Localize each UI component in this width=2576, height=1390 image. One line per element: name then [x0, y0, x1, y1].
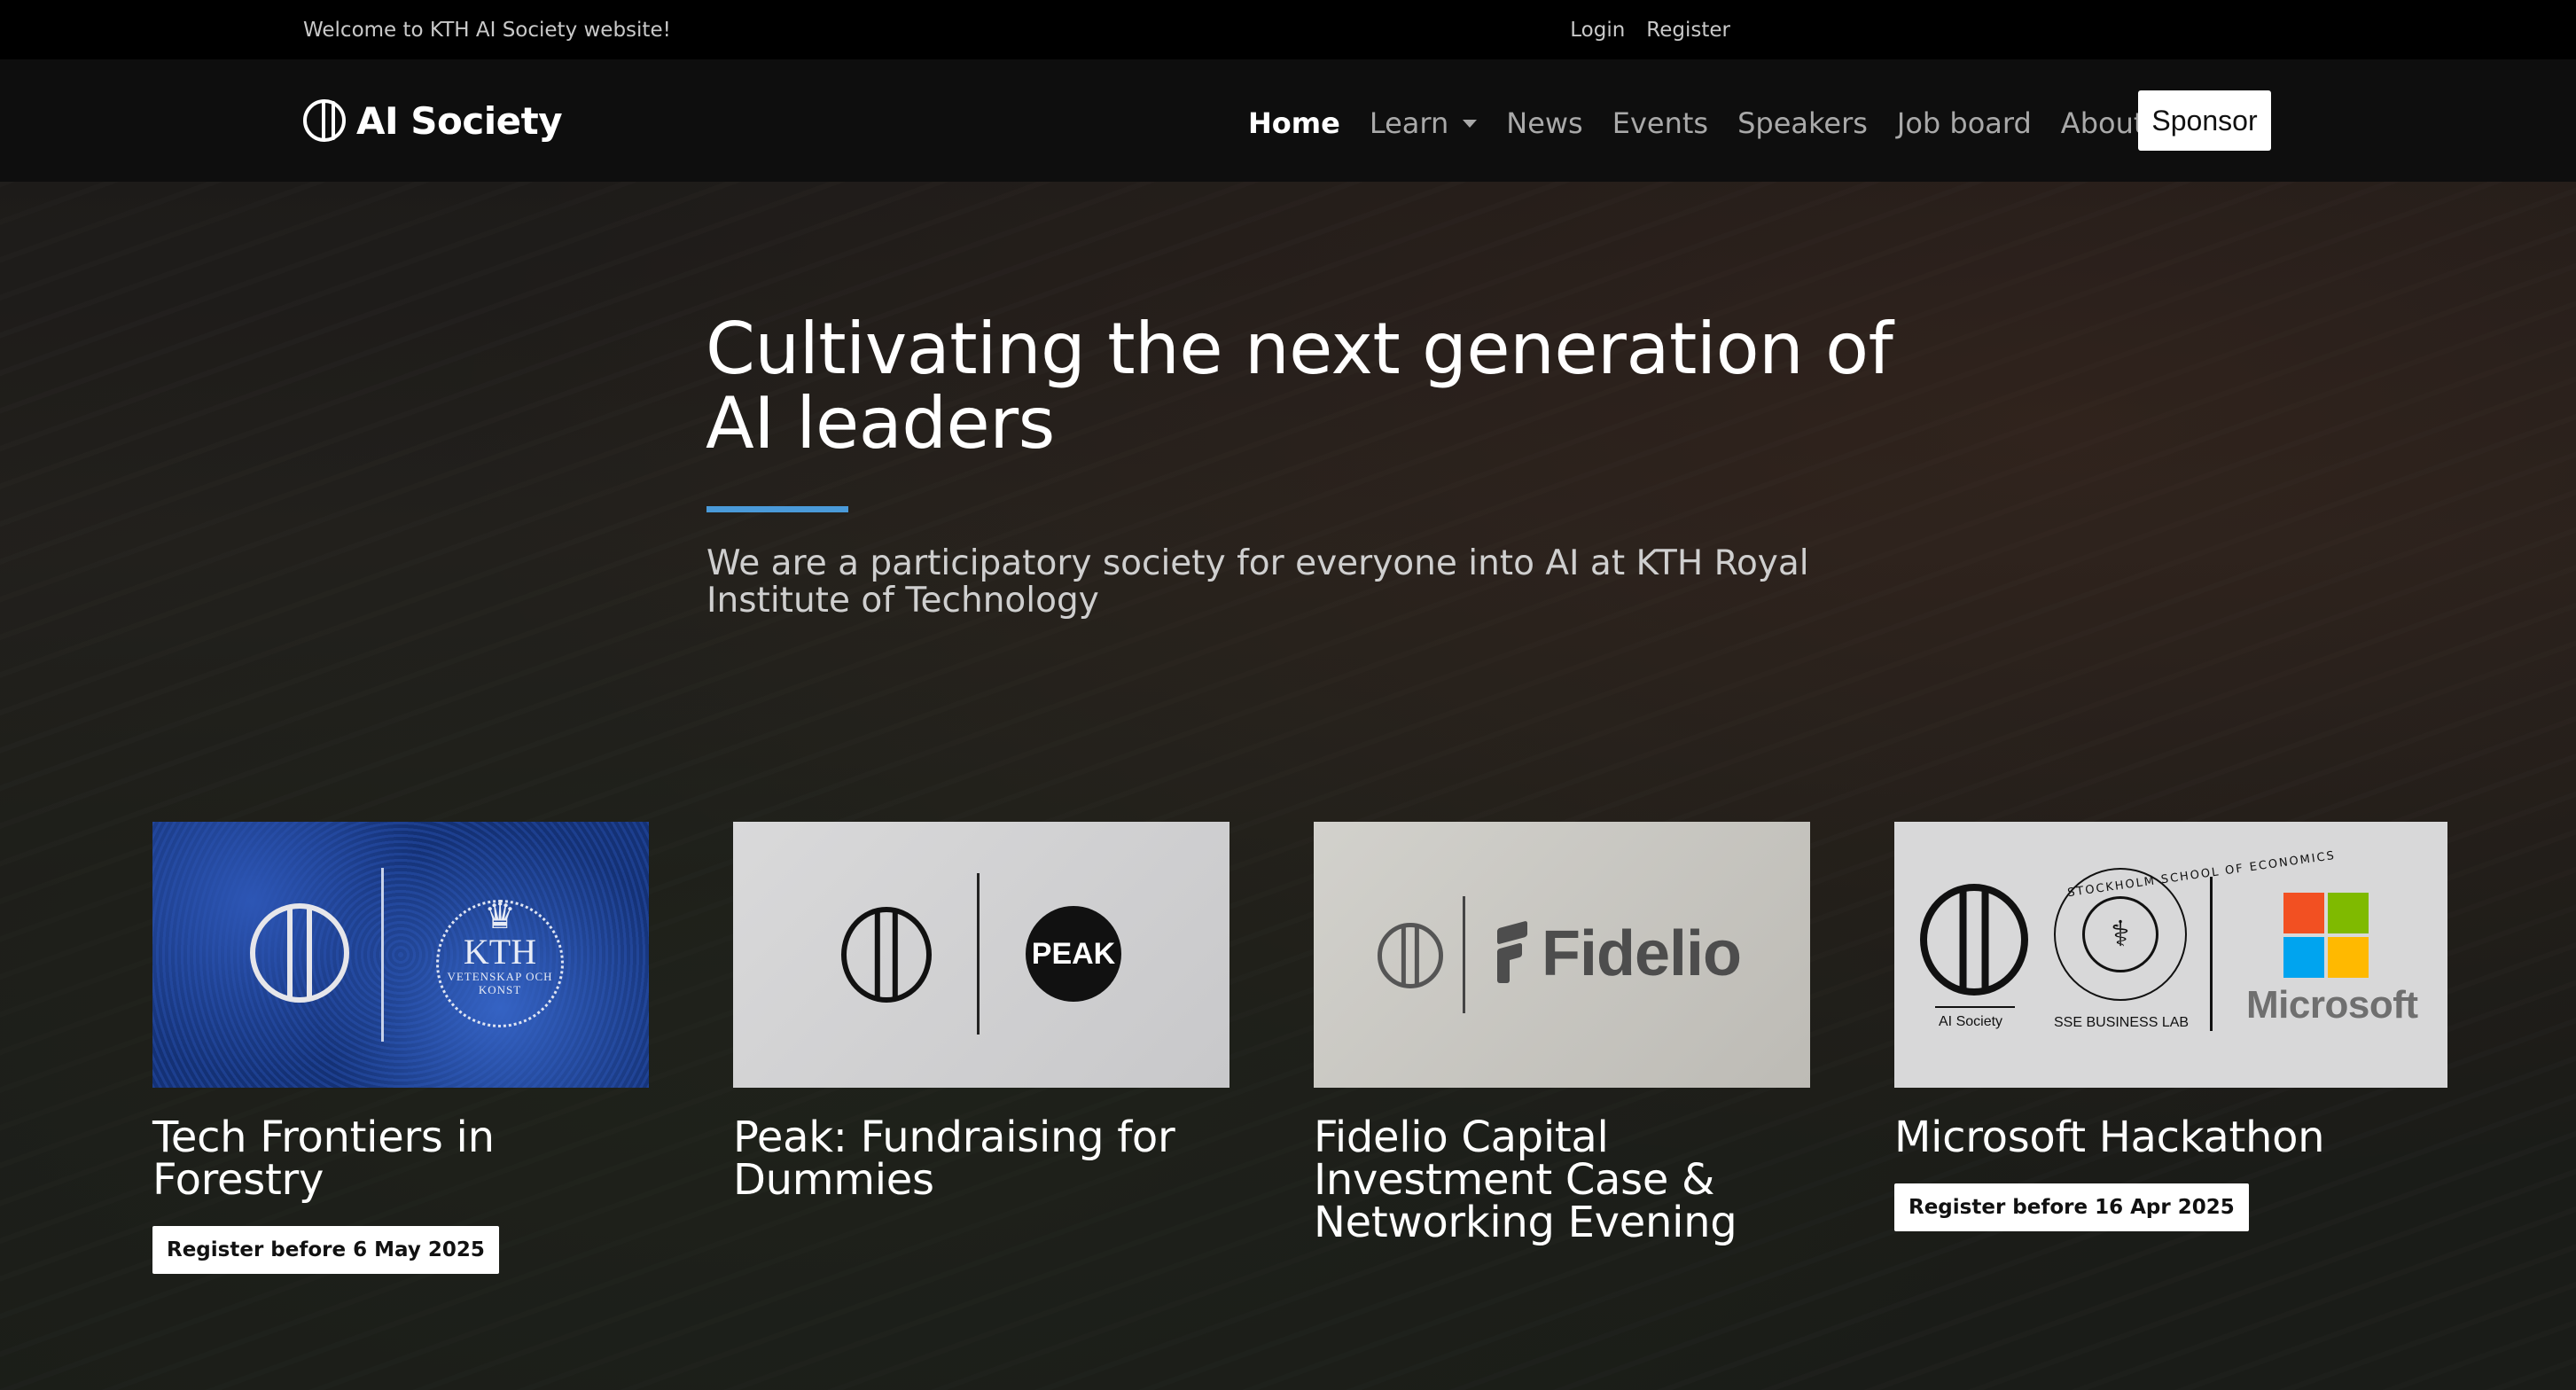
- event-card[interactable]: ♛ KTH VETENSKAP OCH KONST Tech Frontiers…: [152, 822, 649, 1274]
- nav-item-label: Job board: [1896, 106, 2032, 140]
- event-title[interactable]: Tech Frontiers in Forestry: [152, 1116, 649, 1201]
- logo-divider: [381, 868, 384, 1042]
- nav-item-events[interactable]: Events: [1612, 106, 1708, 140]
- peak-logo: PEAK: [1026, 906, 1121, 1002]
- caption-rule: [1935, 1006, 2015, 1008]
- nav-item-label: News: [1506, 106, 1583, 140]
- brand-name: AI Society: [356, 98, 563, 143]
- event-image-peak[interactable]: PEAK: [733, 822, 1229, 1088]
- nav-menu: Home Learn News Events Speakers Job boar…: [1248, 95, 2202, 152]
- event-image-kth[interactable]: ♛ KTH VETENSKAP OCH KONST: [152, 822, 649, 1088]
- hero-divider: [706, 506, 848, 512]
- main-navbar: AI Society Home Learn News Events Speake…: [0, 59, 2576, 182]
- brand-logo-link[interactable]: AI Society: [303, 98, 563, 143]
- microsoft-wordmark: Microsoft: [2246, 983, 2418, 1027]
- event-image-microsoft[interactable]: AI Society ⚕ STOCKHOLM SCHOOL OF ECONOMI…: [1894, 822, 2447, 1088]
- ai-society-logo-icon: [1378, 923, 1443, 988]
- nav-item-label: Learn: [1369, 106, 1449, 140]
- nav-item-home[interactable]: Home: [1248, 106, 1340, 140]
- fidelio-wordmark: Fidelio: [1542, 918, 1742, 989]
- nav-item-speakers[interactable]: Speakers: [1737, 106, 1868, 140]
- auth-links: Login Register: [1570, 19, 1730, 42]
- hero-subtitle: We are a participatory society for every…: [706, 543, 1809, 621]
- nav-item-label: About: [2060, 106, 2145, 140]
- event-title[interactable]: Peak: Fundraising for Dummies: [733, 1116, 1229, 1201]
- top-bar: Welcome to KTH AI Society website! Login…: [0, 0, 2576, 59]
- event-card[interactable]: AI Society ⚕ STOCKHOLM SCHOOL OF ECONOMI…: [1894, 822, 2447, 1231]
- logo-divider: [977, 873, 980, 1035]
- microsoft-logo-icon: [2283, 893, 2369, 978]
- nav-item-learn[interactable]: Learn: [1369, 106, 1478, 140]
- nav-item-job-board[interactable]: Job board: [1897, 106, 2032, 140]
- kth-motto: VETENSKAP OCH KONST: [447, 970, 553, 996]
- ai-society-logo-icon: [1920, 884, 2028, 996]
- login-link[interactable]: Login: [1570, 19, 1625, 42]
- crown-icon: ♛: [484, 896, 516, 936]
- ai-society-logo-icon: [303, 99, 346, 142]
- event-card[interactable]: PEAK Peak: Fundraising for Dummies: [733, 822, 1229, 1201]
- sponsor-button[interactable]: Sponsor: [2138, 90, 2271, 151]
- caduceus-icon: ⚕: [2082, 896, 2158, 972]
- register-link[interactable]: Register: [1646, 19, 1730, 42]
- nav-item-news[interactable]: News: [1506, 106, 1582, 140]
- ai-society-logo-icon: [250, 903, 349, 1003]
- nav-item-label: Home: [1248, 106, 1340, 140]
- chevron-down-icon: [1463, 119, 1478, 128]
- sse-caption: SSE BUSINESS LAB: [2054, 1015, 2190, 1030]
- nav-item-label: Speakers: [1737, 106, 1868, 140]
- event-title[interactable]: Fidelio Capital Investment Case & Networ…: [1314, 1116, 1810, 1244]
- event-image-fidelio[interactable]: Fidelio: [1314, 822, 1810, 1088]
- hero-title: Cultivating the next generation of AI le…: [706, 308, 1893, 465]
- kth-wordmark: KTH: [463, 932, 537, 972]
- fidelio-logo: Fidelio: [1495, 918, 1742, 990]
- fidelio-mark-icon: [1495, 920, 1529, 985]
- register-deadline-badge: Register before 6 May 2025: [152, 1226, 499, 1274]
- event-title[interactable]: Microsoft Hackathon: [1894, 1116, 2447, 1159]
- sse-seal-logo: ⚕ STOCKHOLM SCHOOL OF ECONOMICS: [2054, 849, 2337, 1001]
- kth-seal-logo: ♛ KTH VETENSKAP OCH KONST: [429, 875, 571, 1027]
- nav-item-label: Events: [1612, 106, 1709, 140]
- logo-divider: [1463, 896, 1465, 1013]
- register-deadline-badge: Register before 16 Apr 2025: [1894, 1183, 2249, 1231]
- ai-society-logo-icon: [841, 907, 932, 1003]
- welcome-text: Welcome to KTH AI Society website!: [303, 18, 671, 42]
- ai-society-caption: AI Society: [1939, 1014, 2003, 1029]
- event-card[interactable]: Fidelio Fidelio Capital Investment Case …: [1314, 822, 1810, 1244]
- logo-divider: [2210, 877, 2213, 1031]
